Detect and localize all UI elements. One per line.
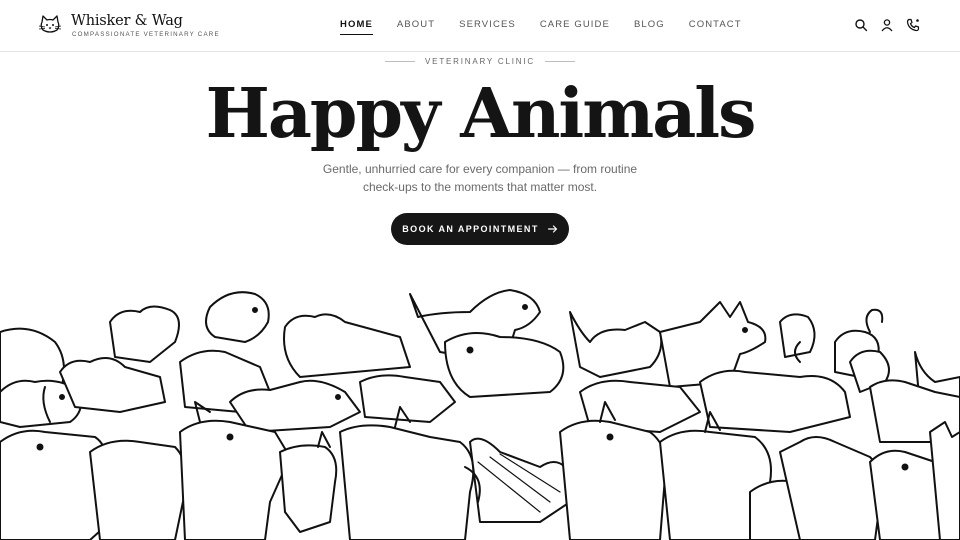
nav-services[interactable]: SERVICES [459, 19, 516, 30]
phone-icon[interactable] [906, 18, 920, 32]
hero-subtitle-line-1: Gentle, unhurried care for every compani… [322, 162, 638, 176]
book-appointment-button[interactable]: BOOK AN APPOINTMENT [391, 213, 569, 245]
cat-face-icon [38, 15, 62, 33]
animals-line-art [0, 289, 960, 540]
brand-tagline: COMPASSIONATE VETERINARY CARE [72, 31, 220, 38]
hero-title: Happy Animals [205, 74, 757, 154]
hero-eyebrow: VETERINARY CLINIC [0, 57, 960, 66]
arrow-right-icon [547, 225, 557, 233]
hero-subtitle: Gentle, unhurried care for every compani… [320, 160, 640, 196]
brand-logo[interactable]: Whisker & Wag COMPASSIONATE VETERINARY C… [37, 12, 219, 39]
site-header: Whisker & Wag COMPASSIONATE VETERINARY C… [0, 0, 960, 52]
brand-name: Whisker & Wag [71, 13, 183, 29]
animals-illustration [0, 282, 960, 540]
user-icon[interactable] [880, 18, 894, 32]
eyebrow-text: VETERINARY CLINIC [425, 57, 535, 66]
hero-subtitle-line-2: check-ups to the moments that matter mos… [362, 180, 598, 194]
nav-blog[interactable]: BLOG [634, 19, 665, 30]
main-nav: HOME ABOUT SERVICES CARE GUIDE BLOG CONT… [340, 19, 766, 35]
header-actions [842, 18, 920, 32]
search-icon[interactable] [854, 18, 868, 32]
nav-home[interactable]: HOME [340, 19, 373, 35]
nav-care-guide[interactable]: CARE GUIDE [540, 19, 610, 30]
eyebrow-divider-right [544, 61, 575, 62]
eyebrow-divider-left [385, 61, 416, 62]
nav-about[interactable]: ABOUT [397, 19, 435, 30]
book-appointment-label: BOOK AN APPOINTMENT [402, 224, 539, 234]
nav-contact[interactable]: CONTACT [689, 19, 742, 30]
